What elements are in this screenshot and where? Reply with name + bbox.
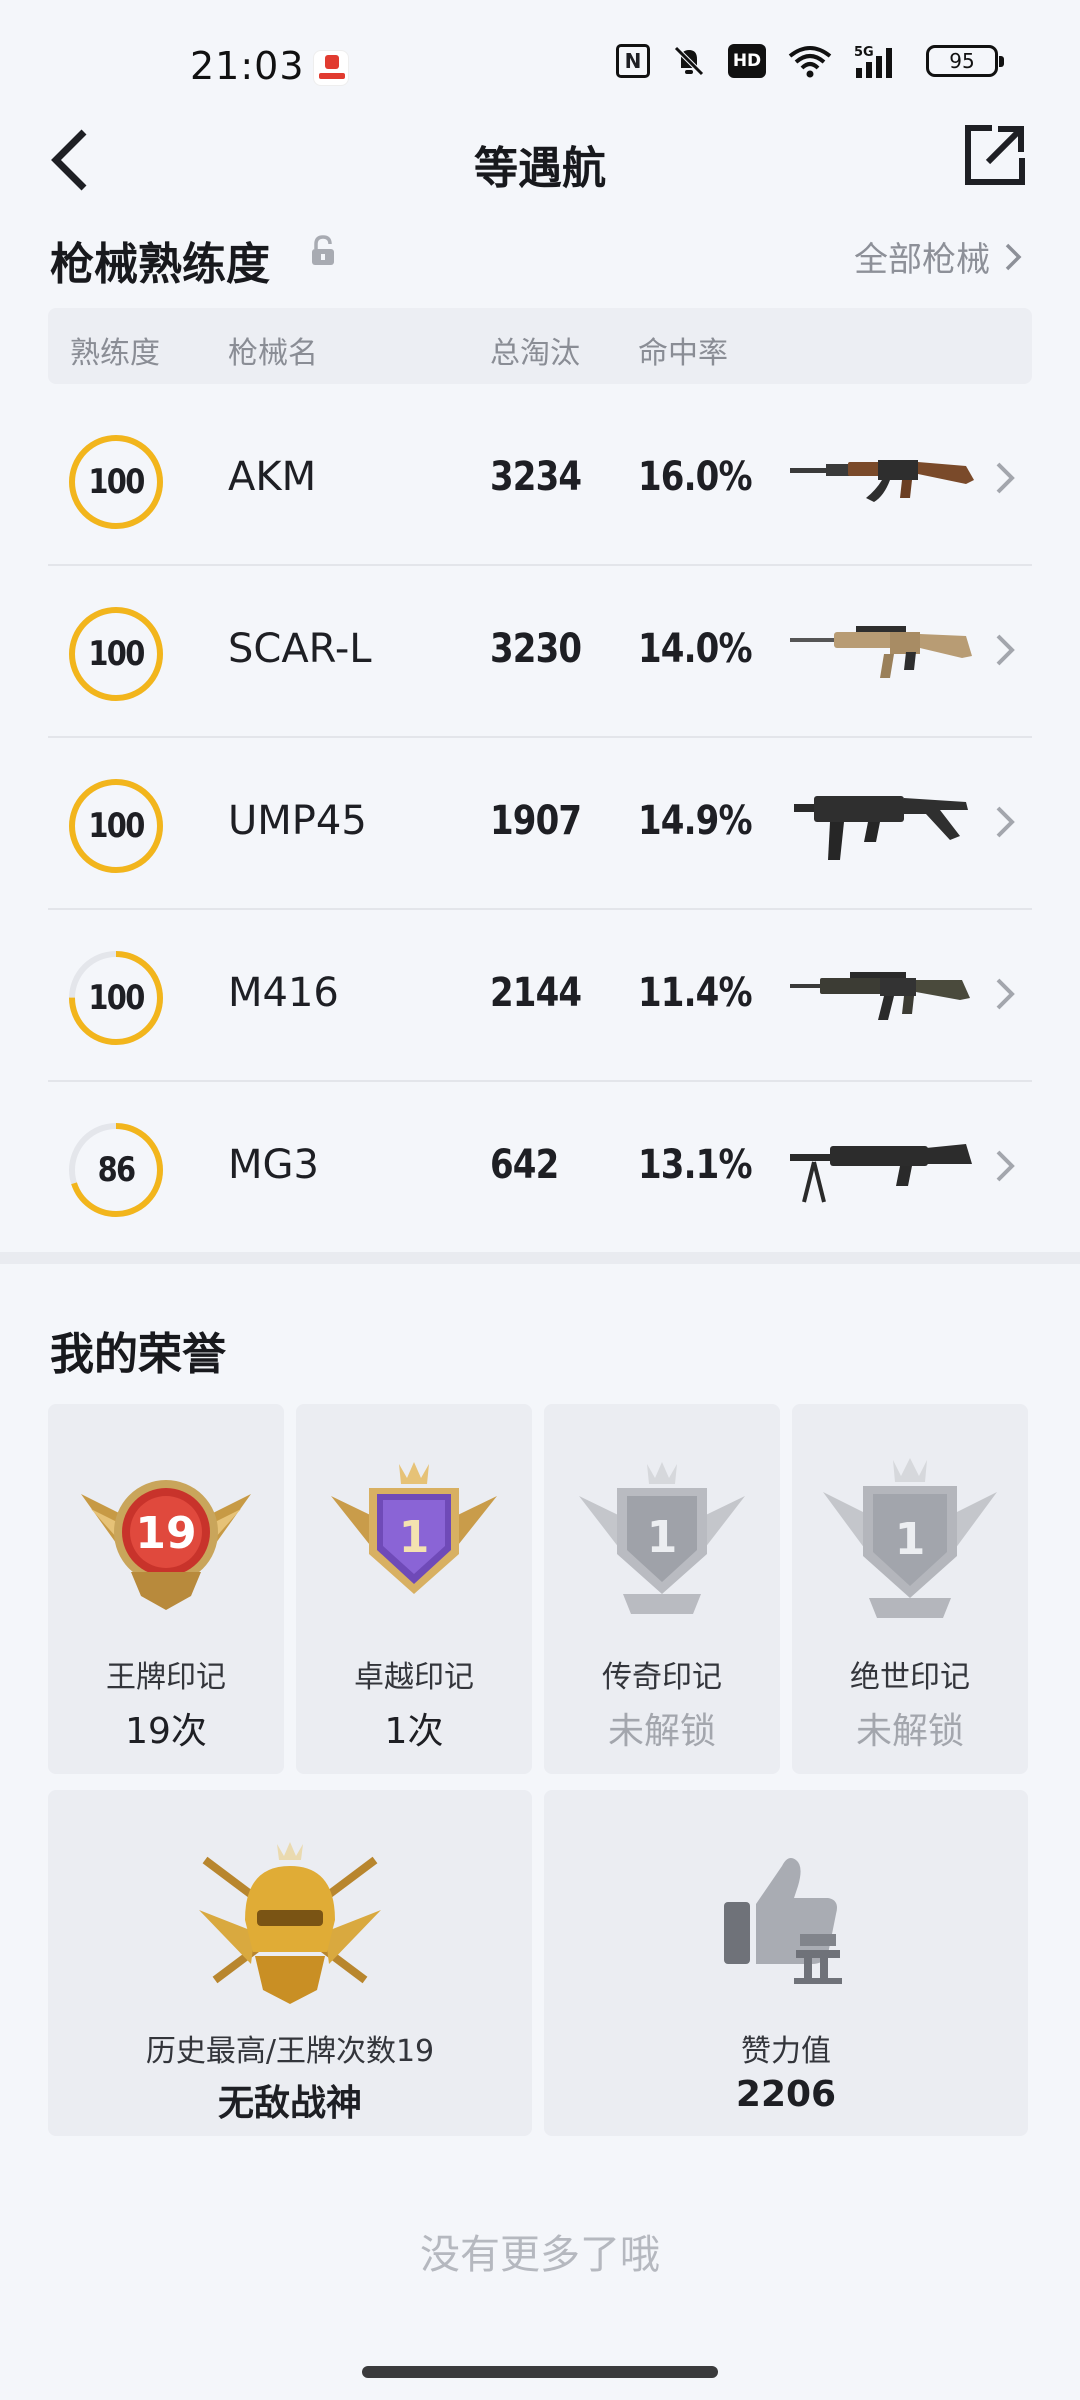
status-time: 21:03 [190,44,305,88]
share-button[interactable] [962,122,1028,188]
chevron-right-icon [996,806,1015,838]
weapon-mastery-title: 枪械熟练度 [50,239,270,290]
honors-title: 我的荣誉 [50,1329,226,1380]
honor-value: 19次 [125,1711,207,1752]
kill-count: 3234 [490,454,582,500]
mastery-value: 100 [88,634,145,674]
mg3-machine-gun-image [790,1144,972,1203]
honor-value: 2206 [735,2074,837,2115]
honor-value: 1次 [384,1711,444,1752]
honor-value: 未解锁 [855,1711,964,1752]
honor-card-peerless[interactable]: 1 绝世印记 未解锁 [792,1404,1028,1774]
battery-indicator: 95 [926,45,1004,77]
mastery-value: 86 [97,1150,137,1190]
honor-label: 卓越印记 [354,1660,474,1695]
m416-rifle-image [790,972,970,1020]
honor-label: 王牌印记 [106,1660,226,1695]
chevron-right-icon [996,1150,1015,1182]
accuracy: 14.0% [638,626,753,672]
ace-mark-count: 19 [135,1508,196,1559]
mastery-ring: 100 [68,950,164,1046]
weapon-row-mg3[interactable]: 86 MG3 642 13.1% [48,1084,1032,1254]
honor-card-legend[interactable]: 1 传奇印记 未解锁 [544,1404,780,1774]
ace-mark-badge-icon: 19 [81,1480,251,1610]
chevron-right-icon [996,462,1015,494]
thumbs-up-icon [724,1858,842,1984]
gun-name: SCAR-L [228,626,372,672]
akm-rifle-image [790,460,974,502]
honor-card-excellence[interactable]: 1 卓越印记 1次 [296,1404,532,1774]
mastery-value: 100 [88,978,145,1018]
kill-count: 3230 [490,626,582,672]
mastery-value: 100 [88,806,145,846]
conqueror-tier-badge-icon [199,1842,381,2004]
honor-card-likes[interactable]: 赞力值 2206 [544,1790,1028,2136]
mastery-value: 100 [88,462,145,502]
weapon-row-m416[interactable]: 100 M416 2144 11.4% [48,912,1032,1082]
mute-icon [672,44,706,78]
ump45-smg-image [794,796,968,860]
accuracy: 13.1% [638,1142,753,1188]
wifi-icon [788,44,832,78]
page-header: 等遇航 [0,110,1080,210]
weapon-row-scar-l[interactable]: 100 SCAR-L 3230 14.0% [48,568,1032,738]
5g-signal-icon: 5G [854,44,904,78]
all-weapons-link[interactable]: 全部枪械 [854,232,1022,281]
gun-name: AKM [228,454,317,500]
honor-value: 未解锁 [607,1711,716,1752]
honor-card-ace[interactable]: 19 王牌印记 19次 [48,1404,284,1774]
mastery-ring: 100 [68,434,164,530]
no-more-text: 没有更多了哦 [420,2232,660,2278]
honor-card-highest-tier[interactable]: 历史最高/王牌次数19 无敌战神 [48,1790,532,2136]
weapon-table-header: 熟练度 枪械名 总淘汰 命中率 [48,308,1032,384]
accuracy: 11.4% [638,970,753,1016]
peerless-mark-count: 1 [895,1514,926,1565]
weapon-row-akm[interactable]: 100 AKM 3234 16.0% [48,396,1032,566]
excellence-mark-badge-icon: 1 [331,1462,497,1594]
peerless-mark-badge-locked-icon: 1 [823,1458,997,1618]
col-name: 枪械名 [228,336,318,371]
home-indicator[interactable] [362,2366,718,2378]
chevron-right-icon [1005,243,1022,270]
5g-label: 5G [854,45,874,60]
weapon-row-ump45[interactable]: 100 UMP45 1907 14.9% [48,740,1032,910]
hd-icon: HD [728,44,766,78]
gun-name: UMP45 [228,798,367,844]
col-kills: 总淘汰 [490,336,580,371]
chevron-right-icon [996,978,1015,1010]
gun-name: M416 [228,970,339,1016]
scar-l-rifle-image [790,626,972,678]
mastery-ring: 100 [68,778,164,874]
accuracy: 14.9% [638,798,753,844]
legend-mark-count: 1 [647,1512,678,1563]
page-title: 等遇航 [474,143,606,194]
kill-count: 642 [490,1142,559,1188]
honor-label: 赞力值 [741,2034,831,2069]
gun-name: MG3 [228,1142,319,1188]
section-divider [0,1252,1080,1264]
nfc-icon: N [616,44,650,78]
honor-label: 绝世印记 [850,1660,970,1695]
lock-icon [310,235,336,267]
mastery-ring: 100 [68,606,164,702]
all-weapons-label: 全部枪械 [854,240,990,280]
honor-value: 无敌战神 [217,2083,362,2124]
chevron-right-icon [996,634,1015,666]
legend-mark-badge-locked-icon: 1 [579,1462,745,1614]
kill-count: 2144 [490,970,582,1016]
col-mastery: 熟练度 [70,336,160,371]
excellence-mark-count: 1 [399,1512,430,1563]
app-notification-icon [313,50,349,86]
honor-label: 传奇印记 [602,1660,722,1695]
mastery-ring: 86 [68,1122,164,1218]
accuracy: 16.0% [638,454,753,500]
share-external-icon [965,125,1025,185]
col-accuracy: 命中率 [638,336,728,371]
kill-count: 1907 [490,798,582,844]
honor-label: 历史最高/王牌次数19 [145,2034,435,2069]
